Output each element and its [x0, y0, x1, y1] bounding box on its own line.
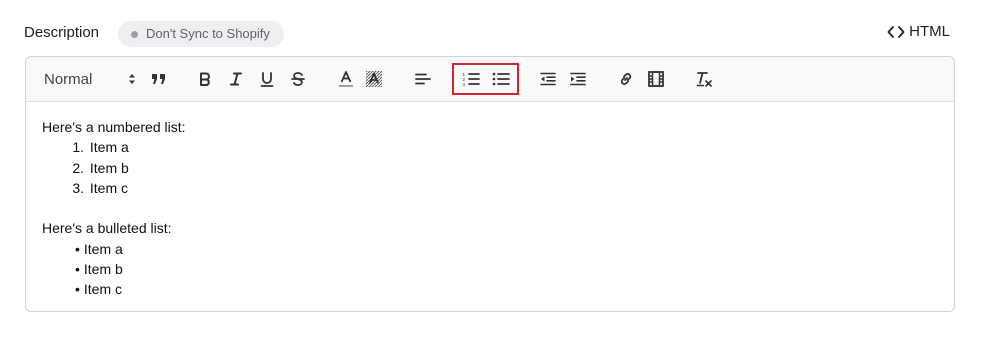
- html-toggle-label: HTML: [909, 23, 950, 40]
- bullet-list-button[interactable]: [490, 68, 512, 90]
- background-color-icon: [365, 70, 383, 88]
- clear-formatting-button[interactable]: [694, 68, 714, 90]
- format-select-value: Normal: [44, 70, 93, 88]
- sync-badge-label: Don't Sync to Shopify: [146, 26, 270, 41]
- clear-formatting-icon: [695, 71, 713, 87]
- underline-button[interactable]: [257, 68, 277, 90]
- video-button[interactable]: [646, 68, 666, 90]
- numbered-list-item: 3. Item c: [70, 178, 938, 198]
- align-button[interactable]: [413, 68, 433, 90]
- sync-status-badge: Don't Sync to Shopify: [118, 21, 284, 47]
- link-icon: [618, 71, 634, 87]
- underline-icon: [260, 71, 274, 87]
- ordered-list-icon: 123: [462, 72, 480, 86]
- numbered-list: 1. Item a 2. Item b 3. Item c: [42, 137, 938, 198]
- list-item-text: Item c: [89, 179, 129, 196]
- editor-content[interactable]: Here's a numbered list: 1. Item a 2. Ite…: [26, 102, 954, 300]
- bold-icon: [198, 72, 212, 86]
- quote-icon: [151, 73, 167, 85]
- code-icon: [887, 25, 905, 39]
- italic-icon: [229, 72, 243, 86]
- bullet-list-icon: [492, 72, 510, 86]
- numbered-list-intro: Here's a numbered list:: [42, 119, 186, 135]
- film-icon: [648, 71, 664, 87]
- select-arrows-icon: [128, 73, 136, 85]
- italic-button[interactable]: [226, 68, 246, 90]
- bulleted-list-intro: Here's a bulleted list:: [42, 220, 172, 237]
- rich-text-editor: Normal 1 2 3 Here's a numbered list: 1. …: [25, 56, 955, 312]
- description-label: Description: [24, 24, 100, 41]
- editor-toolbar: Normal 1 2 3: [26, 57, 954, 102]
- numbered-list-item: 2. Item b: [70, 158, 938, 178]
- strikethrough-icon: [291, 72, 305, 86]
- link-button[interactable]: [616, 68, 636, 90]
- list-number: 1.: [72, 139, 84, 156]
- html-toggle-button[interactable]: HTML: [887, 23, 950, 40]
- list-number: 2.: [72, 159, 84, 176]
- align-left-icon: [415, 73, 431, 85]
- bold-button[interactable]: [195, 68, 215, 90]
- strikethrough-button[interactable]: [288, 68, 308, 90]
- indent-button[interactable]: [568, 68, 588, 90]
- blockquote-button[interactable]: [149, 68, 169, 90]
- indent-icon: [570, 72, 586, 86]
- list-item-text: Item b: [89, 159, 129, 176]
- list-item-text: Item a: [89, 139, 129, 156]
- outdent-button[interactable]: [538, 68, 558, 90]
- status-dot-icon: [131, 31, 138, 38]
- description-header: Description Don't Sync to Shopify HTML: [24, 21, 954, 47]
- svg-text:3: 3: [463, 82, 466, 86]
- ordered-list-button[interactable]: 123: [460, 68, 482, 90]
- bulleted-list-item: Item a: [75, 239, 938, 259]
- bulleted-list-item: Item c: [75, 279, 938, 299]
- format-select[interactable]: Normal: [44, 68, 136, 90]
- numbered-list-item: 1. Item a: [70, 137, 938, 157]
- bulleted-list-item: Item b: [75, 259, 938, 279]
- bulleted-list: Item a Item b Item c: [42, 239, 938, 300]
- text-color-button[interactable]: [336, 68, 356, 90]
- outdent-icon: [540, 72, 556, 86]
- background-color-button[interactable]: [364, 68, 384, 90]
- list-number: 3.: [72, 179, 84, 196]
- text-color-icon: [338, 70, 354, 88]
